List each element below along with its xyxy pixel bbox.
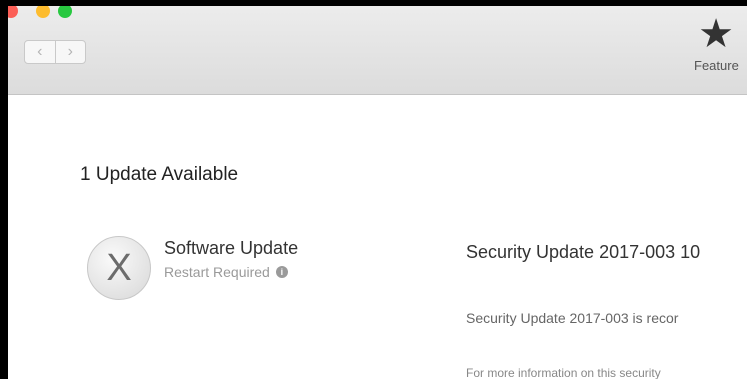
maximize-window-button[interactable] xyxy=(58,4,72,18)
chevron-left-icon: ‹ xyxy=(37,43,43,60)
update-app-title: Software Update xyxy=(164,238,299,258)
featured-tab-label: Feature xyxy=(694,58,739,73)
update-status: Restart Required i xyxy=(164,264,288,280)
chevron-right-icon: › xyxy=(67,43,73,60)
star-icon: ★ xyxy=(698,12,734,56)
app-window: ‹ › ★ Feature 1 Update Available X Softw… xyxy=(0,0,747,379)
update-detail-title: Security Update 2017-003 10 xyxy=(466,242,701,262)
update-status-label: Restart Required xyxy=(164,264,270,280)
nav-buttons: ‹ › xyxy=(24,40,86,64)
app-icon-glyph: X xyxy=(106,246,132,289)
window-border-top xyxy=(0,0,747,6)
updates-heading: 1 Update Available xyxy=(80,164,239,185)
back-button[interactable]: ‹ xyxy=(25,41,55,63)
update-detail-description: Security Update 2017-003 is recor xyxy=(466,310,679,326)
featured-tab[interactable]: ★ Feature xyxy=(676,14,747,73)
window-border-left xyxy=(0,0,8,379)
forward-button[interactable]: › xyxy=(54,41,86,63)
macos-x-icon: X xyxy=(87,236,151,300)
update-detail-more-info: For more information on this security xyxy=(466,366,661,379)
minimize-window-button[interactable] xyxy=(36,4,50,18)
toolbar: ‹ › ★ Feature xyxy=(4,4,747,95)
info-icon[interactable]: i xyxy=(275,266,288,278)
